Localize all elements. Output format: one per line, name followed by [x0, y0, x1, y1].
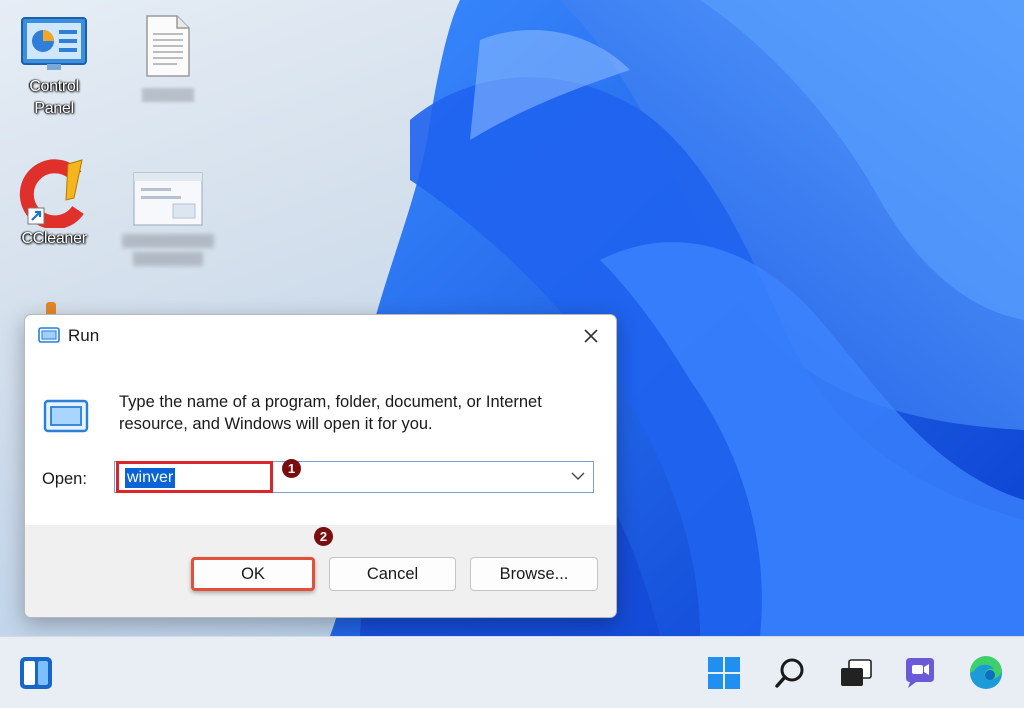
run-description: Type the name of a program, folder, docu… [119, 393, 542, 433]
run-dialog-title: Run [68, 326, 100, 345]
run-dialog: Run Type the name of a program, folder, … [24, 314, 617, 618]
start-icon [708, 657, 740, 689]
teams-chat-icon [906, 658, 934, 688]
blurred-document-shortcut[interactable] [138, 14, 198, 114]
control-panel-label-line1: Control [29, 78, 79, 95]
blurred-label [142, 88, 194, 102]
cancel-button[interactable]: Cancel [329, 557, 456, 591]
blurred-label [122, 234, 214, 248]
edge-icon [969, 655, 1002, 689]
ccleaner-label: CCleaner [21, 230, 87, 247]
highlight-box-input [116, 461, 273, 493]
browse-button[interactable]: Browse... [470, 557, 598, 591]
task-view-icon [841, 659, 872, 686]
step-badge-1: 1 [282, 459, 301, 478]
open-label: Open: [42, 470, 87, 488]
document-icon [146, 15, 190, 77]
close-button[interactable] [574, 319, 608, 353]
image-thumbnail-icon [133, 172, 203, 226]
control-panel-shortcut[interactable]: Control Panel [6, 14, 102, 120]
start-button[interactable] [702, 651, 746, 695]
widgets-icon [20, 657, 52, 689]
blurred-label [133, 252, 203, 266]
teams-chat-button[interactable] [898, 651, 942, 695]
ok-button[interactable]: OK [191, 557, 315, 591]
run-program-icon [43, 399, 89, 433]
task-view-button[interactable] [834, 651, 878, 695]
search-button[interactable] [768, 651, 812, 695]
ccleaner-icon [19, 159, 84, 228]
blurred-image-shortcut[interactable] [118, 172, 218, 282]
run-titlebar[interactable]: Run [25, 315, 616, 357]
control-panel-label-line2: Panel [34, 100, 74, 117]
chevron-down-icon[interactable] [571, 471, 585, 481]
edge-button[interactable] [964, 651, 1008, 695]
step-badge-2: 2 [314, 527, 333, 546]
run-icon [38, 327, 60, 343]
search-icon [775, 658, 804, 688]
close-icon [584, 329, 598, 343]
taskbar [0, 636, 1024, 708]
control-panel-icon [21, 17, 87, 70]
ccleaner-shortcut[interactable]: CCleaner [6, 158, 102, 250]
widgets-button[interactable] [14, 651, 58, 695]
